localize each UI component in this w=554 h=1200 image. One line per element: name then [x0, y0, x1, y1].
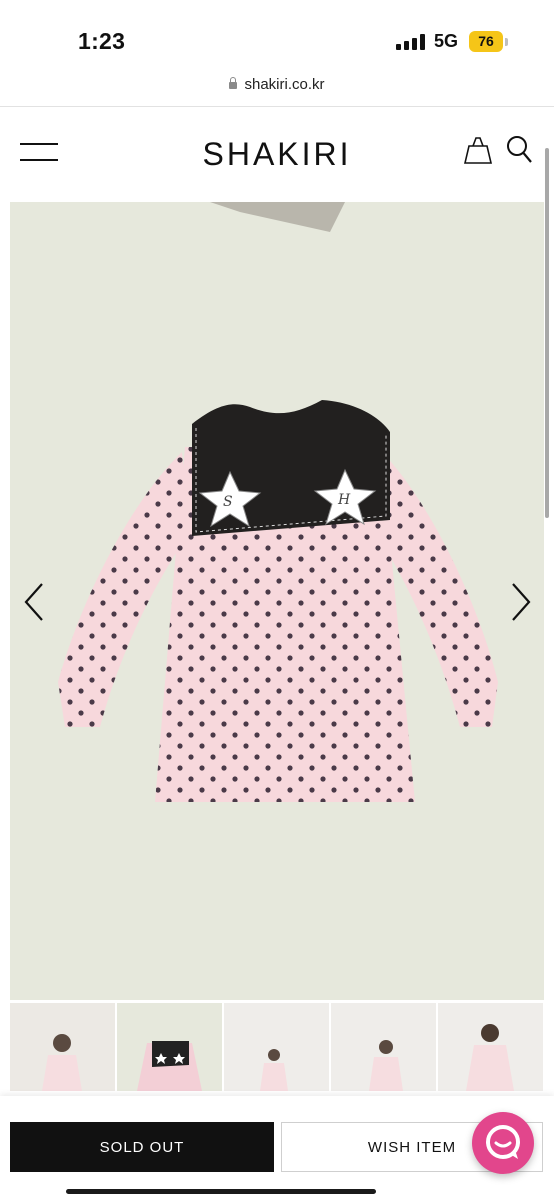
chat-icon	[486, 1125, 520, 1159]
thumbnail-strip	[10, 1003, 544, 1091]
thumbnail-5[interactable]	[438, 1003, 543, 1091]
next-image-arrow-icon[interactable]	[505, 580, 535, 624]
shopping-bag-icon[interactable]	[462, 137, 494, 165]
thumbnail-2[interactable]	[117, 1003, 222, 1091]
shakiri-logo[interactable]: SHAKIRI	[190, 137, 365, 171]
hamburger-menu-icon[interactable]	[20, 143, 58, 163]
svg-text:S: S	[223, 494, 233, 510]
scrollbar[interactable]	[545, 148, 549, 518]
battery-icon: 76	[469, 31, 503, 52]
chat-button[interactable]	[472, 1112, 534, 1174]
bottom-action-bar: SOLD OUT WISH ITEM	[0, 1096, 554, 1200]
address-bar[interactable]: shakiri.co.kr	[0, 70, 554, 107]
logo-text: SHAKIRI	[202, 137, 351, 171]
thumbnail-3[interactable]	[224, 1003, 329, 1091]
sold-out-button[interactable]: SOLD OUT	[10, 1122, 274, 1172]
lock-icon	[229, 77, 238, 89]
status-bar: 1:23 5G 76	[0, 0, 554, 70]
product-main-image[interactable]: S H	[10, 202, 544, 1000]
url-text[interactable]: shakiri.co.kr	[244, 76, 324, 93]
dress-illustration: S H	[10, 202, 544, 1000]
home-indicator	[66, 1189, 376, 1194]
svg-text:H: H	[337, 492, 351, 508]
network-type: 5G	[434, 31, 459, 51]
thumbnail-1[interactable]	[10, 1003, 115, 1091]
previous-image-arrow-icon[interactable]	[20, 580, 50, 624]
status-time: 1:23	[78, 28, 126, 54]
signal-icon	[396, 34, 426, 50]
battery-cap	[505, 38, 508, 46]
site-header: SHAKIRI	[0, 107, 554, 200]
battery-level: 76	[478, 33, 494, 49]
thumbnail-4[interactable]	[331, 1003, 436, 1091]
search-icon[interactable]	[506, 135, 534, 165]
